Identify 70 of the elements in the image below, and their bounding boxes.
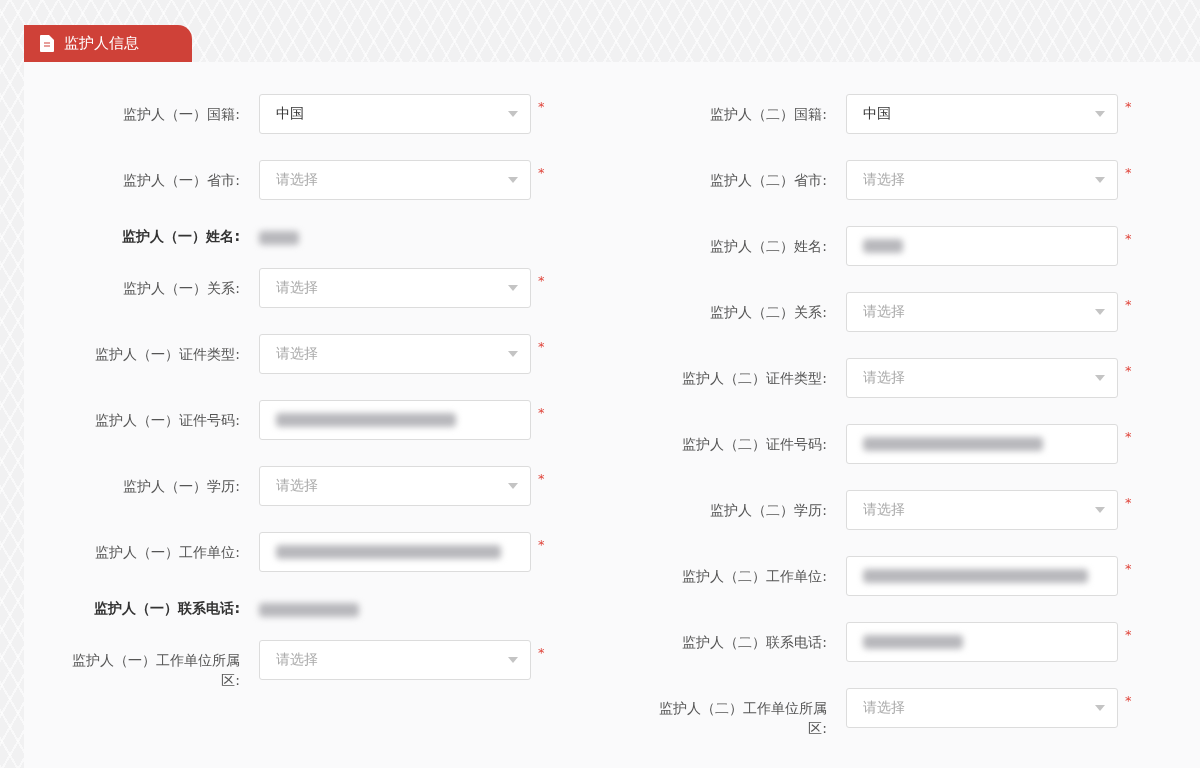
required-mark: * [1125, 692, 1132, 708]
input-field[interactable] [259, 400, 531, 440]
required-mark: * [538, 644, 545, 660]
select-field[interactable]: 请选择 [846, 688, 1118, 728]
field-label: 监护人（一）工作单位: [94, 543, 240, 562]
select-field[interactable]: 请选择 [259, 160, 531, 200]
select-field[interactable]: 请选择 [259, 640, 531, 680]
required-mark: * [1125, 362, 1132, 378]
required-mark: * [538, 404, 545, 420]
select-field[interactable]: 请选择 [259, 334, 531, 374]
required-mark: * [538, 164, 545, 180]
field-label: 监护人（一）工作单位所属区: [71, 651, 240, 690]
input-field[interactable] [259, 532, 531, 572]
field-label: 监护人（一）证件号码: [94, 411, 240, 430]
field-label: 监护人（一）关系: [122, 279, 240, 298]
required-mark: * [538, 470, 545, 486]
select-field[interactable]: 请选择 [259, 268, 531, 308]
required-mark: * [1125, 164, 1132, 180]
field-label: 监护人（二）姓名: [709, 237, 827, 256]
required-mark: * [1125, 296, 1132, 312]
caret-icon [1095, 177, 1105, 183]
select-field[interactable]: 请选择 [846, 292, 1118, 332]
caret-icon [1095, 111, 1105, 117]
document-icon [40, 35, 54, 52]
input-field[interactable] [846, 622, 1118, 662]
caret-icon [508, 483, 518, 489]
caret-icon [1095, 309, 1105, 315]
field-label: 监护人（一）姓名: [121, 227, 240, 246]
field-label: 监护人（二）证件类型: [681, 369, 827, 388]
required-mark: * [538, 338, 545, 354]
field-label: 监护人（二）联系电话: [681, 633, 827, 652]
required-mark: * [1125, 560, 1132, 576]
field-label: 监护人（一）证件类型: [94, 345, 240, 364]
required-mark: * [538, 272, 545, 288]
caret-icon [508, 177, 518, 183]
caret-icon [508, 351, 518, 357]
caret-icon [508, 657, 518, 663]
field-label: 监护人（一）国籍: [122, 105, 240, 124]
field-label: 监护人（二）省市: [709, 171, 827, 190]
select-field[interactable]: 中国 [259, 94, 531, 134]
required-mark: * [538, 98, 545, 114]
field-label: 监护人（二）关系: [709, 303, 827, 322]
caret-icon [508, 111, 518, 117]
select-field[interactable]: 请选择 [846, 358, 1118, 398]
input-field[interactable] [846, 424, 1118, 464]
field-label: 监护人（一）学历: [122, 477, 240, 496]
select-field[interactable]: 中国 [846, 94, 1118, 134]
caret-icon [1095, 375, 1105, 381]
input-field[interactable] [846, 556, 1118, 596]
field-label: 监护人（一）联系电话: [93, 599, 240, 618]
caret-icon [1095, 507, 1105, 513]
field-label: 监护人（二）学历: [709, 501, 827, 520]
required-mark: * [538, 536, 545, 552]
field-label: 监护人（二）工作单位所属区: [658, 699, 827, 738]
field-label: 监护人（二）工作单位: [681, 567, 827, 586]
required-mark: * [1125, 230, 1132, 246]
select-field[interactable]: 请选择 [846, 160, 1118, 200]
field-label: 监护人（二）证件号码: [681, 435, 827, 454]
select-field[interactable]: 请选择 [846, 490, 1118, 530]
field-label: 监护人（二）国籍: [709, 105, 827, 124]
required-mark: * [1125, 428, 1132, 444]
input-field[interactable] [846, 226, 1118, 266]
field-label: 监护人（一）省市: [122, 171, 240, 190]
caret-icon [1095, 705, 1105, 711]
required-mark: * [1125, 494, 1132, 510]
caret-icon [508, 285, 518, 291]
section-tab[interactable]: 监护人信息 [24, 25, 192, 62]
required-mark: * [1125, 626, 1132, 642]
select-field[interactable]: 请选择 [259, 466, 531, 506]
required-mark: * [1125, 98, 1132, 114]
